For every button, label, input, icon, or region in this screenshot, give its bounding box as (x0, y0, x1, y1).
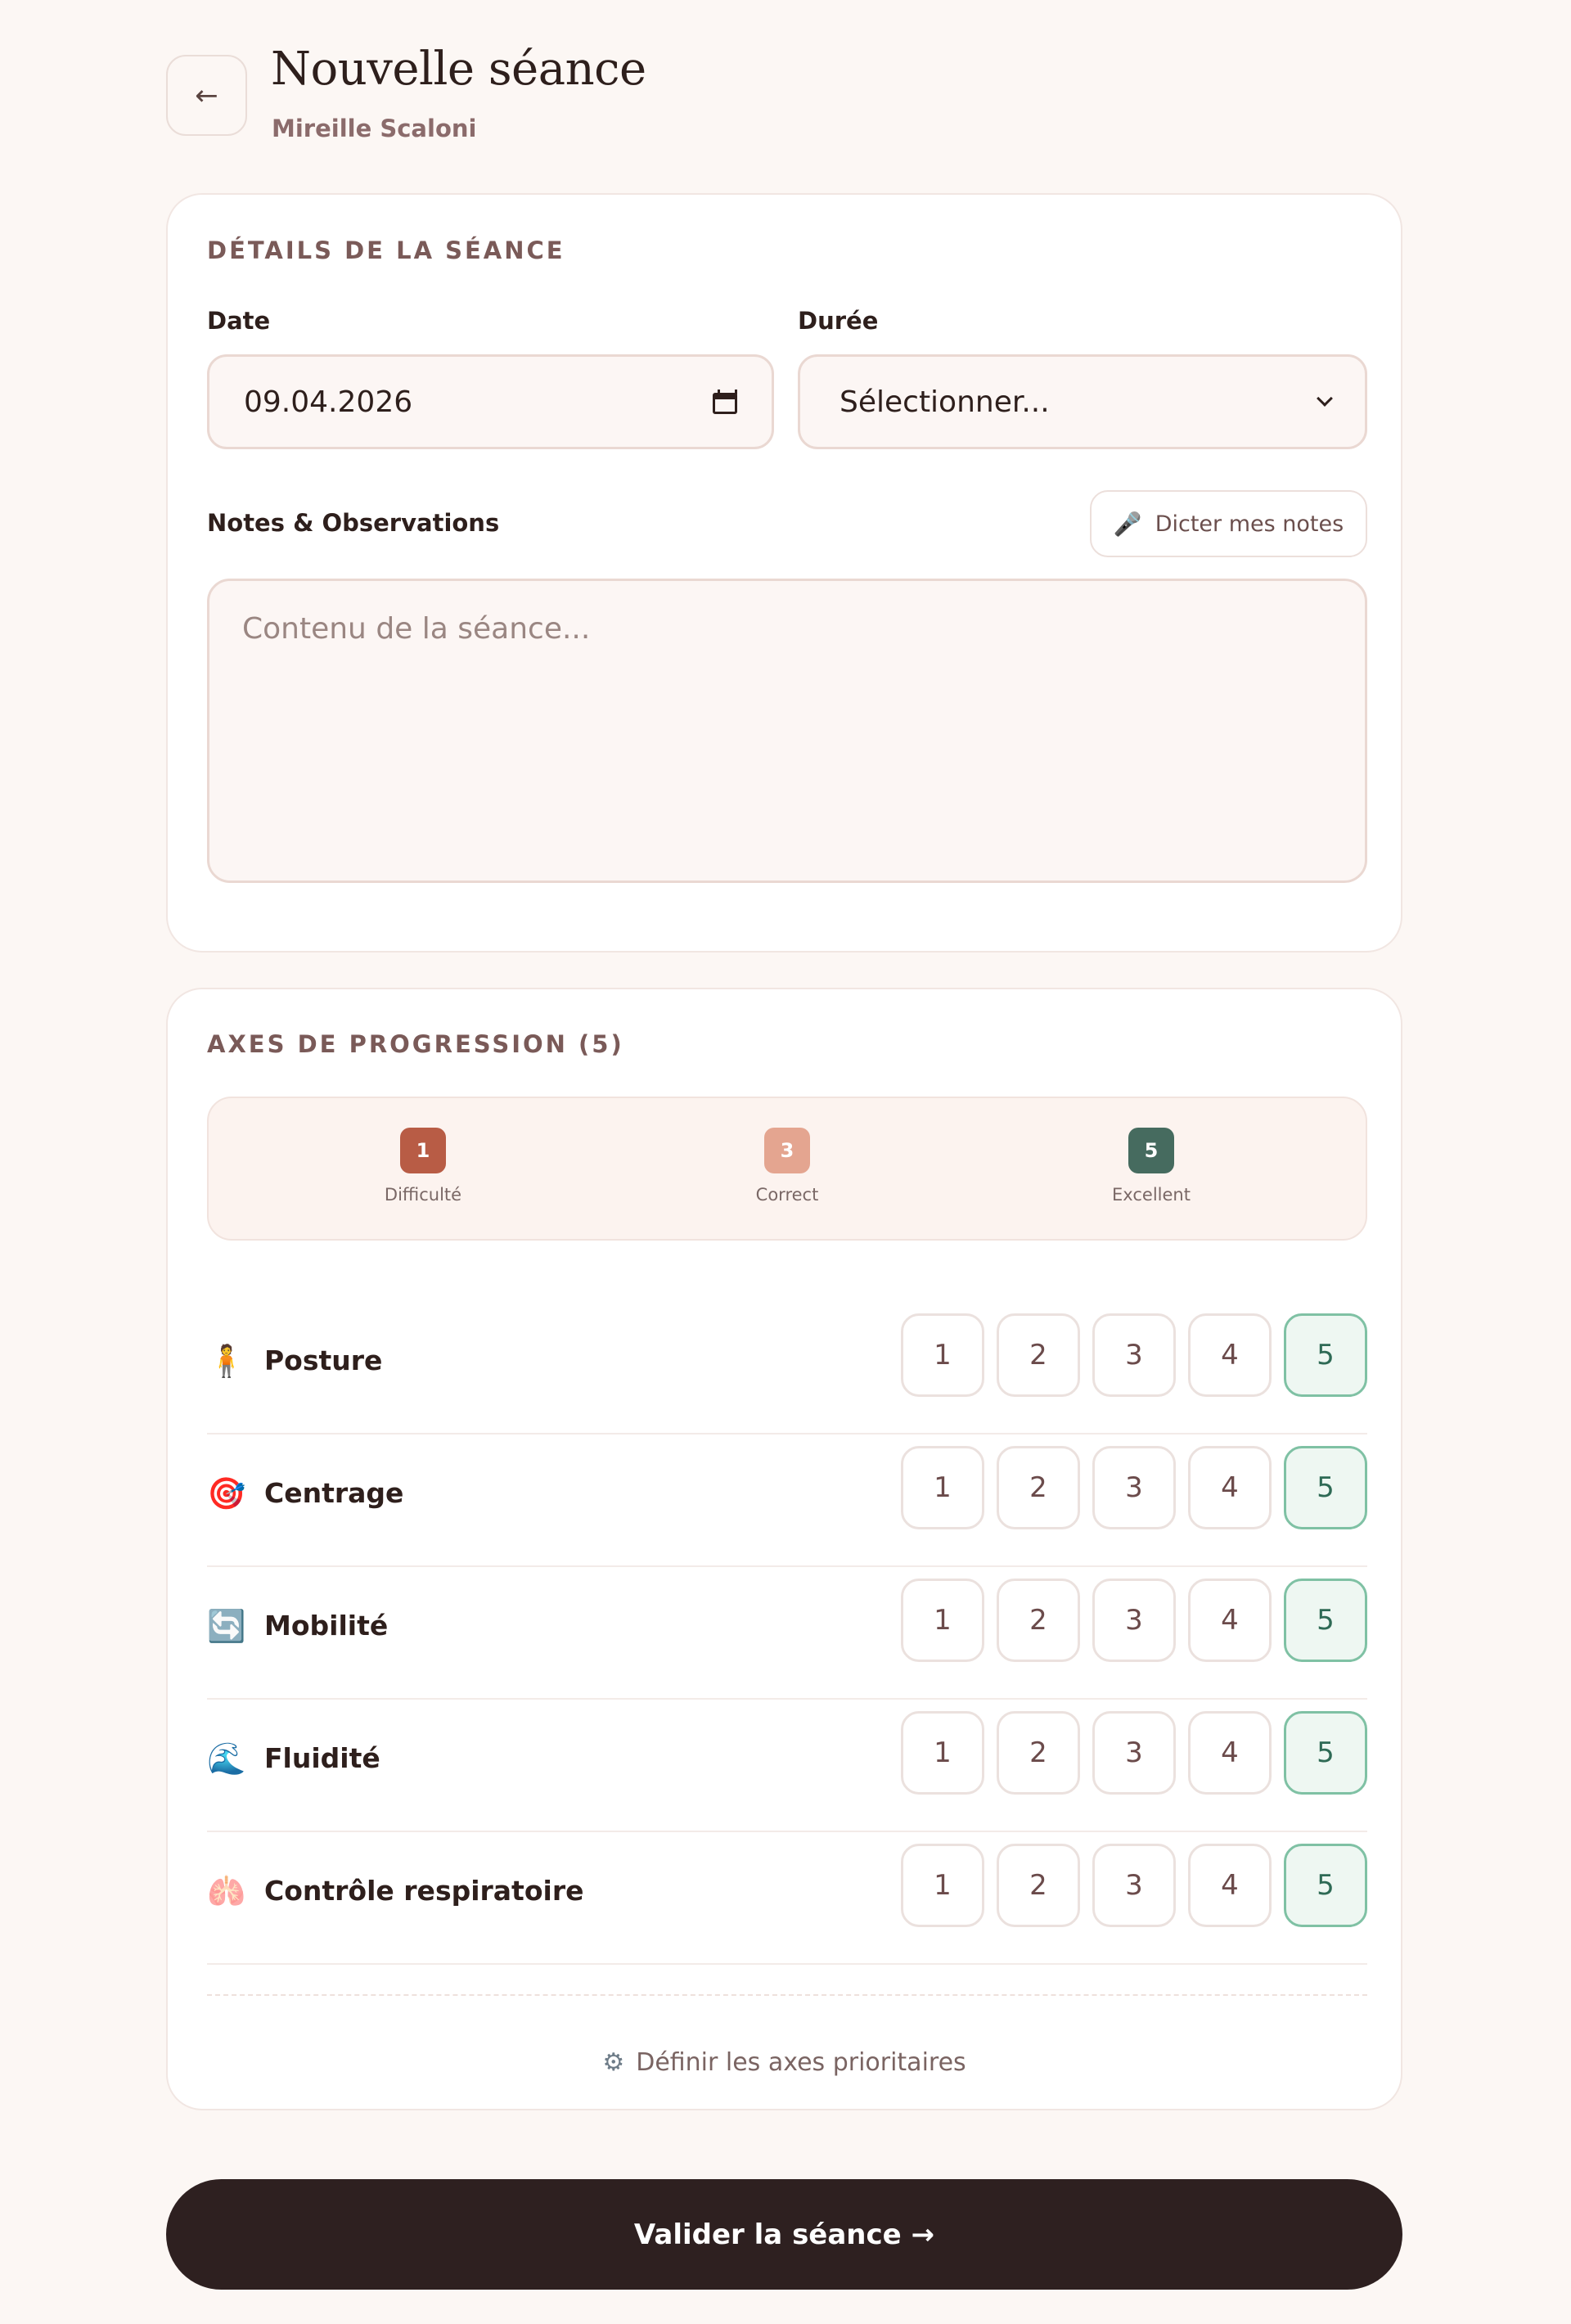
axis-row-controle-respiratoire: 🫁 Contrôle respiratoire 1 2 3 4 5 (207, 1832, 1367, 1965)
rating-button[interactable]: 4 (1188, 1844, 1272, 1927)
rating-button[interactable]: 1 (901, 1579, 984, 1662)
dictate-notes-button[interactable]: 🎤 Dicter mes notes (1090, 490, 1367, 557)
dictate-notes-label: Dicter mes notes (1155, 511, 1344, 537)
legend-label: Difficulté (384, 1185, 462, 1205)
duration-select[interactable]: Sélectionner... (798, 354, 1367, 449)
legend-badge: 1 (400, 1128, 446, 1173)
rating-group: 1 2 3 4 5 (901, 1446, 1367, 1529)
rating-group: 1 2 3 4 5 (901, 1313, 1367, 1397)
rating-button[interactable]: 4 (1188, 1579, 1272, 1662)
back-button[interactable]: ← (166, 55, 247, 136)
rating-button[interactable]: 3 (1092, 1711, 1176, 1795)
legend-badge: 5 (1128, 1128, 1174, 1173)
axis-label: Fluidité (264, 1742, 380, 1774)
standing-person-icon: 🧍 (207, 1343, 246, 1379)
rating-button[interactable]: 4 (1188, 1313, 1272, 1397)
axis-label: Posture (264, 1344, 383, 1376)
define-priority-axes-label: Définir les axes prioritaires (636, 2048, 966, 2077)
notes-textarea[interactable]: Contenu de la séance... (207, 579, 1367, 883)
axis-row-fluidite: 🌊 Fluidité 1 2 3 4 5 (207, 1700, 1367, 1832)
rating-group: 1 2 3 4 5 (901, 1579, 1367, 1662)
arrow-left-icon: ← (195, 79, 218, 112)
rating-legend: 1 Difficulté 3 Correct 5 Excellent (207, 1097, 1367, 1241)
rating-button-selected[interactable]: 5 (1284, 1711, 1367, 1795)
define-priority-axes-link[interactable]: ⚙ Définir les axes prioritaires (168, 2048, 1401, 2077)
rating-button[interactable]: 1 (901, 1313, 984, 1397)
rating-button-selected[interactable]: 5 (1284, 1844, 1367, 1927)
microphone-icon: 🎤 (1113, 510, 1142, 538)
section-title-progression: AXES DE PROGRESSION (5) (207, 1030, 624, 1058)
refresh-icon: 🔄 (207, 1608, 246, 1644)
axis-row-posture: 🧍 Posture 1 2 3 4 5 (207, 1302, 1367, 1434)
legend-badge: 3 (764, 1128, 810, 1173)
rating-group: 1 2 3 4 5 (901, 1711, 1367, 1795)
axis-label: Centrage (264, 1477, 404, 1509)
submit-label: Valider la séance → (633, 2218, 935, 2251)
rating-button[interactable]: 1 (901, 1844, 984, 1927)
rating-button-selected[interactable]: 5 (1284, 1446, 1367, 1529)
axis-row-centrage: 🎯 Centrage 1 2 3 4 5 (207, 1434, 1367, 1567)
gear-icon: ⚙ (602, 2048, 625, 2077)
rating-button[interactable]: 2 (997, 1446, 1080, 1529)
axis-label: Contrôle respiratoire (264, 1875, 584, 1907)
axis-row-mobilite: 🔄 Mobilité 1 2 3 4 5 (207, 1567, 1367, 1700)
wave-icon: 🌊 (207, 1741, 246, 1777)
rating-button[interactable]: 3 (1092, 1313, 1176, 1397)
rating-button[interactable]: 4 (1188, 1711, 1272, 1795)
rating-button[interactable]: 3 (1092, 1579, 1176, 1662)
date-value: 09.04.2026 (244, 385, 413, 419)
legend-label: Correct (755, 1185, 819, 1205)
calendar-icon[interactable] (713, 390, 737, 414)
axis-label: Mobilité (264, 1610, 389, 1642)
legend-label: Excellent (1112, 1185, 1191, 1205)
rating-button[interactable]: 3 (1092, 1446, 1176, 1529)
chevron-down-icon (1317, 390, 1333, 407)
session-details-card: DÉTAILS DE LA SÉANCE Date 09.04.2026 Dur… (166, 193, 1402, 953)
rating-button[interactable]: 2 (997, 1844, 1080, 1927)
notes-label: Notes & Observations (207, 509, 500, 537)
divider (207, 1994, 1367, 1996)
client-name: Mireille Scaloni (272, 115, 477, 142)
rating-button[interactable]: 4 (1188, 1446, 1272, 1529)
notes-placeholder: Contenu de la séance... (242, 612, 591, 646)
section-title-details: DÉTAILS DE LA SÉANCE (207, 236, 565, 264)
page-title: Nouvelle séance (271, 43, 646, 96)
duration-label: Durée (798, 307, 879, 335)
legend-item-excellent: 5 Excellent (1069, 1128, 1233, 1205)
rating-group: 1 2 3 4 5 (901, 1844, 1367, 1927)
date-label: Date (207, 307, 271, 335)
rating-button[interactable]: 1 (901, 1711, 984, 1795)
duration-value: Sélectionner... (840, 385, 1050, 419)
legend-item-difficulty: 1 Difficulté (341, 1128, 505, 1205)
date-input[interactable]: 09.04.2026 (207, 354, 774, 449)
submit-session-button[interactable]: Valider la séance → (166, 2179, 1402, 2290)
progression-card: AXES DE PROGRESSION (5) 1 Difficulté 3 C… (166, 988, 1402, 2110)
rating-button-selected[interactable]: 5 (1284, 1313, 1367, 1397)
rating-button[interactable]: 2 (997, 1711, 1080, 1795)
legend-item-correct: 3 Correct (705, 1128, 869, 1205)
rating-button[interactable]: 1 (901, 1446, 984, 1529)
lungs-icon: 🫁 (207, 1873, 246, 1909)
rating-button[interactable]: 2 (997, 1313, 1080, 1397)
target-icon: 🎯 (207, 1475, 246, 1511)
rating-button-selected[interactable]: 5 (1284, 1579, 1367, 1662)
rating-button[interactable]: 3 (1092, 1844, 1176, 1927)
rating-button[interactable]: 2 (997, 1579, 1080, 1662)
